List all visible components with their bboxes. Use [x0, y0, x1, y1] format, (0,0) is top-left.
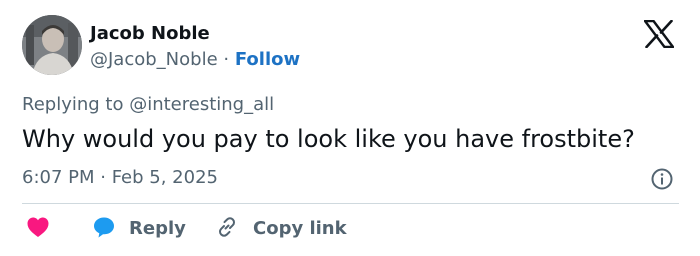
- info-icon[interactable]: [650, 167, 674, 191]
- like-button[interactable]: [26, 216, 50, 242]
- tweet-text: Why would you pay to look like you have …: [22, 125, 635, 153]
- divider: [22, 203, 679, 204]
- timestamp[interactable]: 6:07 PM · Feb 5, 2025: [22, 166, 218, 190]
- reply-button[interactable]: Reply: [92, 216, 186, 242]
- separator-dot: ·: [223, 49, 230, 70]
- author-handle-row: @Jacob_Noble · Follow: [90, 48, 300, 72]
- copy-link-button[interactable]: Copy link: [215, 216, 347, 242]
- reply-label: Reply: [129, 218, 186, 239]
- copy-link-label: Copy link: [253, 218, 347, 239]
- heart-icon: [26, 216, 50, 243]
- author-handle[interactable]: @Jacob_Noble: [90, 49, 218, 70]
- x-logo-icon[interactable]: [643, 19, 675, 49]
- author-name[interactable]: Jacob Noble: [90, 22, 210, 46]
- follow-button[interactable]: Follow: [235, 49, 300, 70]
- link-icon: [215, 215, 239, 244]
- avatar-photo: [22, 15, 82, 75]
- avatar[interactable]: [22, 15, 82, 75]
- replying-to[interactable]: Replying to @interesting_all: [22, 93, 274, 117]
- speech-bubble-icon: [92, 215, 116, 244]
